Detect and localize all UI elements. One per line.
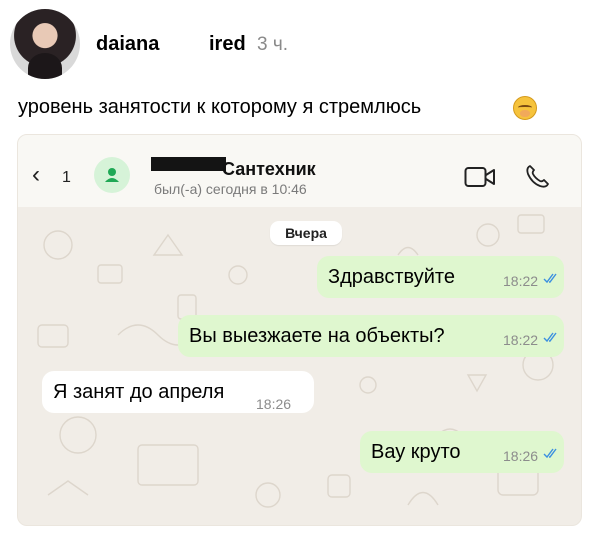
video-call-icon[interactable] <box>464 166 496 188</box>
message-text: Здравствуйте <box>328 266 455 288</box>
chat-header: ‹ 1 Сантехник был(-а) сегодня в 10:46 <box>18 135 581 207</box>
double-check-icon <box>543 332 557 343</box>
message-bubble-outgoing[interactable]: Здравствуйте 18:22 <box>317 256 564 298</box>
message-bubble-outgoing[interactable]: Вау круто 18:26 <box>360 431 564 473</box>
post-timestamp: 3 ч. <box>257 34 289 55</box>
contact-avatar[interactable] <box>94 157 130 193</box>
message-time: 18:26 <box>256 396 292 412</box>
phone-icon[interactable] <box>524 163 550 189</box>
message-bubble-outgoing[interactable]: Вы выезжаете на объекты? 18:22 <box>178 315 564 357</box>
contact-name[interactable]: Сантехник <box>222 159 316 180</box>
double-check-icon <box>543 448 557 459</box>
message-text: Вау круто <box>371 441 461 463</box>
author-username-tail[interactable]: ired <box>209 33 246 56</box>
author-avatar[interactable] <box>10 9 80 79</box>
last-seen-status: был(-а) сегодня в 10:46 <box>154 181 307 197</box>
message-time: 18:22 <box>503 273 539 289</box>
unread-count[interactable]: 1 <box>62 169 71 187</box>
message-time: 18:26 <box>503 448 539 464</box>
chevron-left-icon[interactable]: ‹ <box>32 163 52 187</box>
chat-screenshot: ‹ 1 Сантехник был(-а) сегодня в 10:46 Вч… <box>17 134 582 526</box>
message-text: Я занят до апреля <box>53 381 225 403</box>
shushing-face-emoji-icon <box>513 96 537 120</box>
author-username[interactable]: daiana <box>96 33 159 56</box>
double-check-icon <box>543 273 557 284</box>
message-time: 18:22 <box>503 332 539 348</box>
post-caption: уровень занятости к которому я стремлюсь <box>18 96 422 118</box>
post-header: daiana ired 3 ч. <box>0 0 600 90</box>
person-icon <box>105 168 119 182</box>
message-bubble-incoming[interactable]: Я занят до апреля 18:26 <box>42 371 314 413</box>
date-divider: Вчера <box>270 221 342 245</box>
redaction-bar <box>151 157 226 171</box>
message-text: Вы выезжаете на объекты? <box>189 325 445 347</box>
